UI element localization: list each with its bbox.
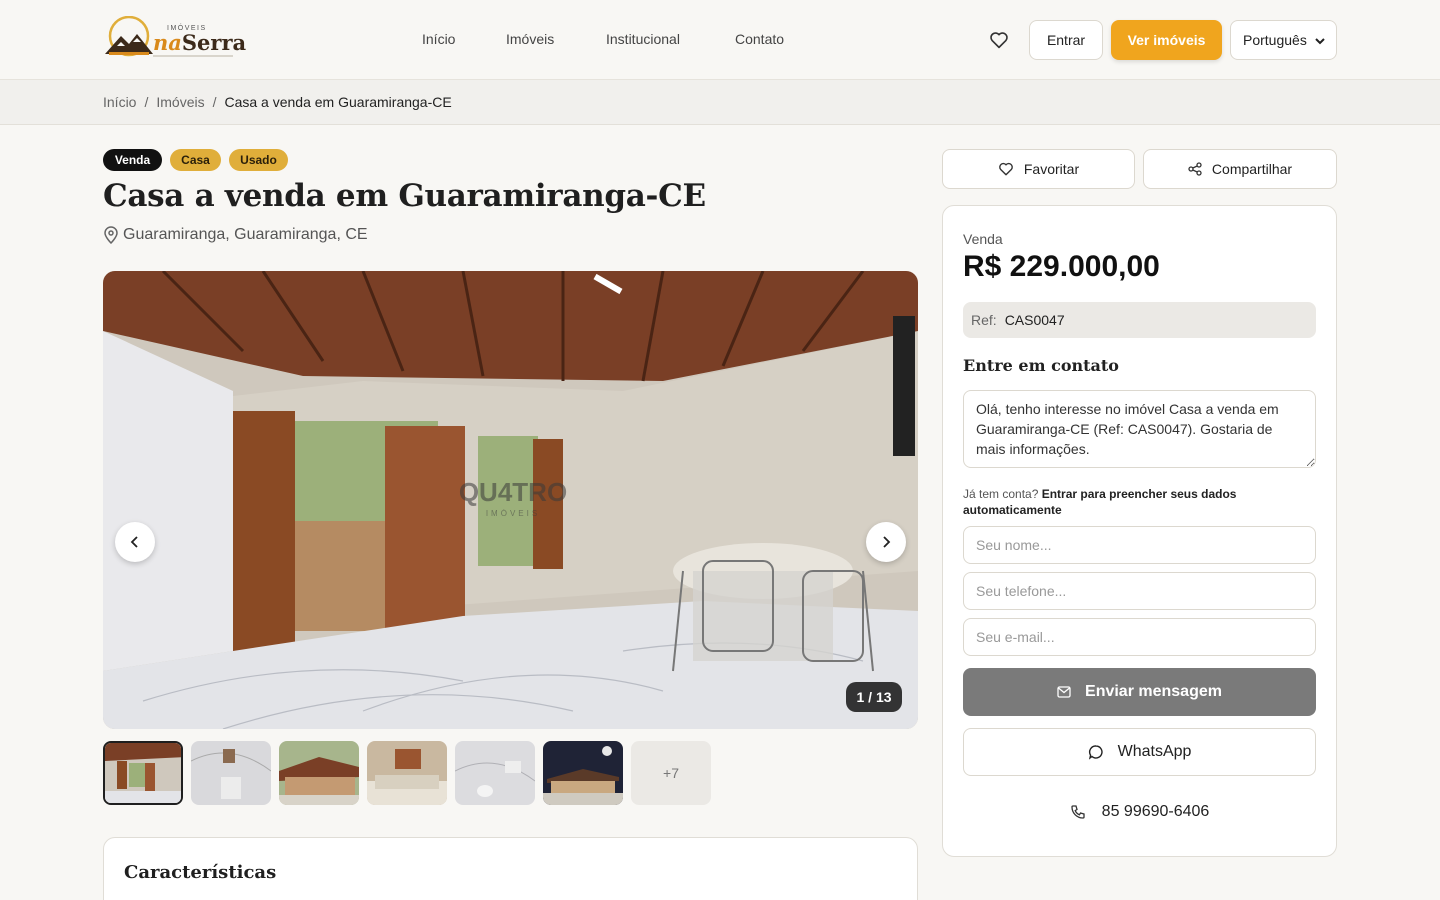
breadcrumb-separator: /: [212, 94, 217, 110]
gallery-thumbnail[interactable]: [103, 741, 183, 805]
features-heading: Características: [124, 862, 277, 883]
contact-heading: Entre em contato: [963, 356, 1119, 375]
property-location: Guaramiranga, Guaramiranga, CE: [103, 226, 368, 244]
chat-bubble-icon: [1088, 745, 1103, 760]
mail-icon: [1057, 686, 1071, 698]
gallery-thumbnail[interactable]: [455, 741, 535, 805]
map-pin-icon: [104, 226, 118, 244]
gallery-thumbnail[interactable]: [191, 741, 271, 805]
price-label: Venda: [963, 231, 1003, 247]
page-title: Casa a venda em Guaramiranga-CE: [103, 178, 706, 214]
share-icon: [1188, 162, 1202, 176]
chevron-left-icon: [130, 536, 138, 548]
logo-text: naSerra: [153, 30, 246, 55]
main-photo: QU4TRO IMÓVEIS: [103, 271, 918, 729]
favorite-button[interactable]: Favoritar: [942, 149, 1135, 189]
gallery-counter: 1 / 13: [846, 682, 902, 712]
breadcrumb-bar: Início / Imóveis / Casa a venda em Guara…: [0, 80, 1440, 125]
send-message-button[interactable]: Enviar mensagem: [963, 668, 1316, 716]
share-button[interactable]: Compartilhar: [1143, 149, 1337, 189]
property-price: R$ 229.000,00: [963, 250, 1160, 283]
thumbnail-image: [455, 741, 535, 805]
logo-underline: [153, 55, 233, 57]
whatsapp-button[interactable]: WhatsApp: [963, 728, 1316, 776]
badge-usado: Usado: [229, 149, 288, 171]
email-input[interactable]: [963, 618, 1316, 656]
language-select[interactable]: Português: [1230, 20, 1337, 60]
phone-contact[interactable]: 85 99690-6406: [963, 800, 1316, 824]
nav-inicio[interactable]: Início: [422, 31, 455, 47]
gallery-thumbnail[interactable]: [543, 741, 623, 805]
heart-icon: [998, 162, 1013, 176]
account-prompt-text: Já tem conta?: [963, 487, 1039, 501]
breadcrumb: Início / Imóveis / Casa a venda em Guara…: [103, 94, 452, 110]
thumbnail-image: [279, 741, 359, 805]
reference-label: Ref:: [971, 312, 997, 328]
gallery-thumbnail[interactable]: [367, 741, 447, 805]
logo-mountain-icon: [105, 16, 153, 57]
nav-institucional[interactable]: Institucional: [606, 31, 680, 47]
phone-icon: [1071, 805, 1085, 819]
whatsapp-label: WhatsApp: [1117, 743, 1192, 760]
thumbnail-image: [367, 741, 447, 805]
share-button-label: Compartilhar: [1211, 161, 1293, 177]
login-button[interactable]: Entrar: [1029, 20, 1103, 60]
site-logo[interactable]: IMÓVEIS naSerra: [103, 16, 246, 62]
breadcrumb-inicio[interactable]: Início: [103, 94, 136, 110]
gallery-next-button[interactable]: [866, 522, 906, 562]
favorite-button-label: Favoritar: [1023, 161, 1080, 177]
location-text: Guaramiranga, Guaramiranga, CE: [123, 226, 368, 243]
watermark-text: QU4TRO: [459, 477, 567, 507]
message-textarea[interactable]: Olá, tenho interesse no imóvel Casa a ve…: [963, 390, 1316, 468]
logo-text-main: Serra: [181, 30, 247, 55]
thumbnail-image: [543, 741, 623, 805]
logo-text-prefix: na: [153, 30, 182, 55]
favorites-heart-icon[interactable]: [989, 31, 1009, 54]
chevron-right-icon: [883, 536, 891, 548]
thumbnail-image: [191, 741, 271, 805]
badge-casa: Casa: [170, 149, 221, 171]
breadcrumb-current: Casa a venda em Guaramiranga-CE: [224, 94, 452, 110]
features-card: Características: [103, 837, 918, 900]
phone-number: 85 99690-6406: [1101, 803, 1210, 820]
nav-contato[interactable]: Contato: [735, 31, 784, 47]
language-select-value: Português: [1243, 32, 1307, 48]
more-photos-button[interactable]: +7: [631, 741, 711, 805]
send-message-label: Enviar mensagem: [1085, 683, 1222, 700]
badge-venda: Venda: [103, 149, 162, 171]
reference-box: Ref: CAS0047: [963, 302, 1316, 338]
phone-input[interactable]: [963, 572, 1316, 610]
nav-imoveis[interactable]: Imóveis: [506, 31, 554, 47]
view-properties-button[interactable]: Ver imóveis: [1111, 20, 1222, 60]
reference-value: CAS0047: [1004, 312, 1065, 328]
gallery-prev-button[interactable]: [115, 522, 155, 562]
breadcrumb-separator: /: [144, 94, 149, 110]
name-input[interactable]: [963, 526, 1316, 564]
account-prompt: Já tem conta? Entrar para preencher seus…: [963, 486, 1293, 518]
photo-gallery[interactable]: QU4TRO IMÓVEIS: [103, 271, 918, 729]
gallery-thumbnail[interactable]: [279, 741, 359, 805]
watermark-subtext: IMÓVEIS: [486, 509, 540, 518]
site-header: IMÓVEIS naSerra Início Imóveis Instituci…: [0, 0, 1440, 80]
chevron-down-icon: [1315, 38, 1325, 45]
breadcrumb-imoveis[interactable]: Imóveis: [156, 94, 204, 110]
thumbnail-image: [105, 743, 181, 803]
